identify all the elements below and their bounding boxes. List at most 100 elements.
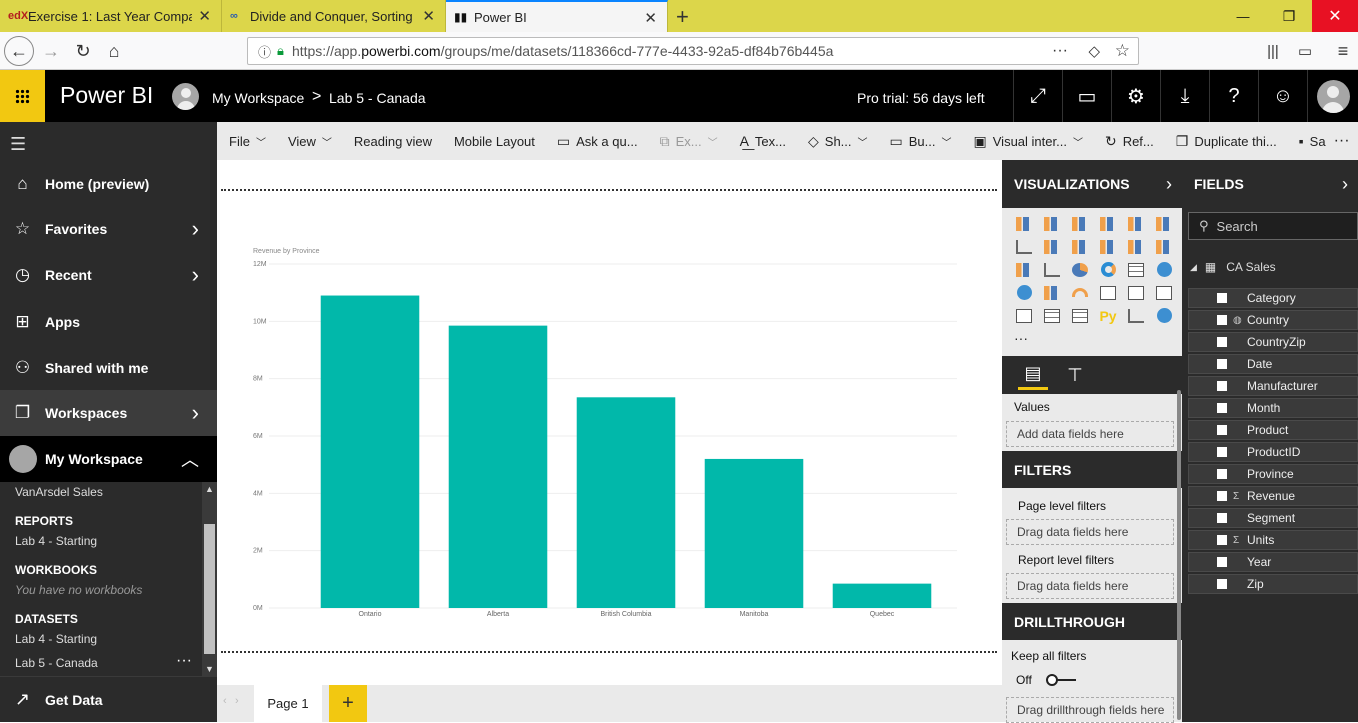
- field-checkbox[interactable]: [1217, 425, 1227, 435]
- home-icon[interactable]: ⌂: [99, 36, 129, 66]
- mobile-layout-button[interactable]: Mobile Layout: [454, 134, 535, 149]
- view-menu[interactable]: View ﹀: [288, 134, 332, 149]
- library-icon[interactable]: |||: [1258, 36, 1288, 66]
- treemap-icon[interactable]: [1122, 258, 1150, 281]
- field-checkbox[interactable]: [1217, 513, 1227, 523]
- fields-well-tab-icon[interactable]: ▤: [1018, 360, 1048, 390]
- close-tab-icon[interactable]: ✕: [644, 9, 657, 27]
- visual-interactions-menu[interactable]: ▣ Visual inter... ﹀: [974, 133, 1083, 150]
- buttons-menu[interactable]: ▭ Bu... ﹀: [890, 133, 952, 150]
- field-checkbox[interactable]: [1217, 403, 1227, 413]
- sidebar-icon[interactable]: ▭: [1290, 36, 1320, 66]
- bar-british-columbia[interactable]: [576, 397, 676, 608]
- help-icon[interactable]: ?: [1209, 70, 1258, 122]
- field-province[interactable]: Province: [1188, 464, 1358, 484]
- scroll-down-icon[interactable]: ▼: [205, 664, 214, 674]
- table-icon[interactable]: [1038, 304, 1066, 327]
- clustered-bar-chart-icon[interactable]: [1066, 212, 1094, 235]
- nav-recent[interactable]: ◷ Recent ›: [0, 252, 217, 298]
- 100-stacked-column-chart-icon[interactable]: [1150, 212, 1178, 235]
- scroll-up-icon[interactable]: ▲: [205, 484, 214, 494]
- kpi-icon[interactable]: [1150, 281, 1178, 304]
- slicer-icon[interactable]: [1010, 304, 1038, 327]
- field-category[interactable]: Category: [1188, 288, 1358, 308]
- reading-view-button[interactable]: Reading view: [354, 134, 432, 149]
- workspace-list-scrollbar[interactable]: ▲ ▼: [202, 482, 217, 676]
- nav-favorites[interactable]: ☆ Favorites ›: [0, 206, 217, 252]
- arcgis-icon[interactable]: [1122, 304, 1150, 327]
- reload-icon[interactable]: ↻: [68, 36, 98, 66]
- scatter-chart-icon[interactable]: [1038, 258, 1066, 281]
- trial-status[interactable]: Pro trial: 56 days left: [857, 90, 985, 106]
- pie-chart-icon[interactable]: [1066, 258, 1094, 281]
- feedback-smiley-icon[interactable]: ☺: [1258, 70, 1307, 122]
- field-checkbox[interactable]: [1217, 337, 1227, 347]
- account-avatar-icon[interactable]: [1307, 70, 1358, 122]
- field-checkbox[interactable]: [1217, 381, 1227, 391]
- gauge-icon[interactable]: [1066, 281, 1094, 304]
- back-icon[interactable]: ←: [4, 36, 34, 66]
- add-page-button[interactable]: +: [329, 685, 367, 722]
- field-productid[interactable]: ProductID: [1188, 442, 1358, 462]
- filled-map-icon[interactable]: [1010, 281, 1038, 304]
- field-checkbox[interactable]: [1217, 447, 1227, 457]
- app-launcher-icon[interactable]: [0, 70, 45, 122]
- field-country[interactable]: ◍ Country: [1188, 310, 1358, 330]
- fields-search-input[interactable]: ⚲ Search: [1188, 212, 1358, 240]
- refresh-button[interactable]: ↻ Ref...: [1105, 133, 1154, 150]
- multi-row-card-icon[interactable]: [1122, 281, 1150, 304]
- funnel-icon[interactable]: [1038, 281, 1066, 304]
- dataset-item-selected[interactable]: Lab 5 - Canada: [15, 656, 98, 670]
- field-checkbox[interactable]: [1217, 491, 1227, 501]
- field-checkbox[interactable]: [1217, 315, 1227, 325]
- field-manufacturer[interactable]: Manufacturer: [1188, 376, 1358, 396]
- field-checkbox[interactable]: [1217, 579, 1227, 589]
- stacked-bar-chart-icon[interactable]: [1010, 212, 1038, 235]
- waterfall-chart-icon[interactable]: [1010, 258, 1038, 281]
- bar-manitoba[interactable]: [704, 458, 804, 608]
- browser-tab-divide[interactable]: ∞ Divide and Conquer, Sorting ar ✕: [222, 0, 446, 32]
- pane-scrollbar[interactable]: [1177, 390, 1181, 720]
- bar-quebec[interactable]: [832, 583, 932, 608]
- format-paint-roller-icon[interactable]: ⊤: [1060, 360, 1090, 390]
- field-units[interactable]: Σ Units: [1188, 530, 1358, 550]
- fields-header[interactable]: FIELDS ›: [1182, 160, 1358, 208]
- report-item[interactable]: Lab 4 - Starting: [15, 534, 97, 548]
- explore-menu[interactable]: ⧉ Ex... ﹀: [660, 133, 718, 150]
- python-visual-icon[interactable]: Py: [1094, 304, 1122, 327]
- file-menu[interactable]: File ﹀: [229, 134, 266, 149]
- clustered-column-chart-icon[interactable]: [1094, 212, 1122, 235]
- save-button[interactable]: ▪ Sa: [1299, 133, 1326, 149]
- fullscreen-icon[interactable]: ⤢: [1013, 70, 1062, 122]
- browser-tab-powerbi[interactable]: ▮▮ Power BI ✕: [446, 0, 668, 32]
- comment-icon[interactable]: ▭: [1062, 70, 1111, 122]
- textbox-button[interactable]: A͟ Tex...: [740, 133, 786, 149]
- dashboard-item[interactable]: VanArsdel Sales: [15, 485, 103, 499]
- browser-tab-exercise[interactable]: edX Exercise 1: Last Year Compariso ✕: [0, 0, 222, 32]
- field-year[interactable]: Year: [1188, 552, 1358, 572]
- next-page-icon[interactable]: ›: [235, 695, 239, 707]
- get-data-button[interactable]: ↗ Get Data: [0, 676, 217, 722]
- nav-workspaces[interactable]: ❐ Workspaces ›: [0, 390, 217, 436]
- field-zip[interactable]: Zip: [1188, 574, 1358, 594]
- field-product[interactable]: Product: [1188, 420, 1358, 440]
- nav-home[interactable]: ⌂ Home (preview): [0, 161, 217, 207]
- field-date[interactable]: Date: [1188, 354, 1358, 374]
- ribbon-chart-icon[interactable]: [1150, 235, 1178, 258]
- page-tab-1[interactable]: Page 1: [254, 685, 322, 722]
- dataset-more-options-icon[interactable]: ···: [176, 652, 192, 670]
- visualizations-header[interactable]: VISUALIZATIONS ›: [1002, 160, 1182, 208]
- more-visuals-icon[interactable]: ···: [1014, 330, 1028, 346]
- report-filters-well[interactable]: Drag data fields here: [1006, 573, 1174, 599]
- field-checkbox[interactable]: [1217, 359, 1227, 369]
- more-options-icon[interactable]: ···: [1334, 132, 1350, 150]
- card-icon[interactable]: [1094, 281, 1122, 304]
- nav-my-workspace[interactable]: My Workspace ︿: [0, 436, 217, 482]
- line-column-chart-icon[interactable]: [1094, 235, 1122, 258]
- bar-chart[interactable]: 0M 2M 4M 6M 8M 10M 12M Ontario Alberta British Co…: [217, 160, 1002, 640]
- chevron-right-icon[interactable]: ›: [1342, 174, 1348, 195]
- forward-icon[interactable]: →: [36, 36, 66, 66]
- donut-chart-icon[interactable]: [1094, 258, 1122, 281]
- breadcrumb-workspace[interactable]: My Workspace: [212, 90, 304, 106]
- field-revenue[interactable]: Σ Revenue: [1188, 486, 1358, 506]
